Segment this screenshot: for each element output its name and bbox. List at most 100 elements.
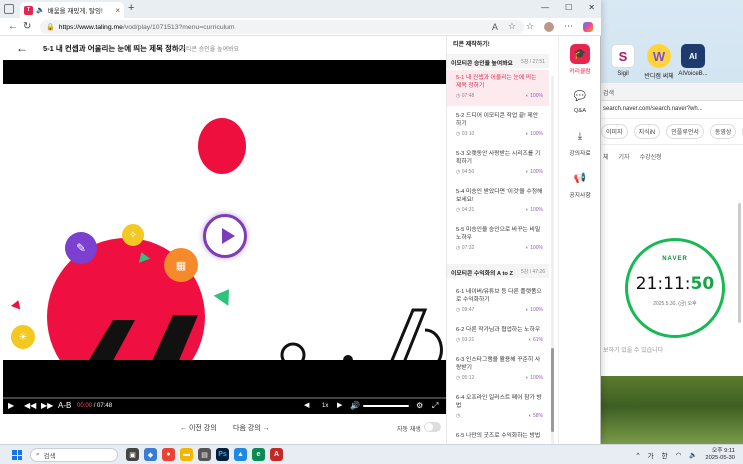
lesson-item-6-3[interactable]: 6-3 인스타그램을 활용해 꾸준히 사랑받기 ◷ 05:12 ◐ 100% xyxy=(447,352,549,388)
curriculum-scrollbar[interactable] xyxy=(551,76,554,444)
task-view-icon[interactable]: ▣ xyxy=(126,448,139,461)
rnav-notice[interactable]: 📢 공지사항 xyxy=(559,168,601,200)
play-button[interactable] xyxy=(203,214,247,258)
collapse-panel-icon[interactable]: › xyxy=(446,44,447,53)
lesson-progress-value: 100% xyxy=(530,169,543,175)
volume-icon[interactable]: 🔊 xyxy=(350,401,360,411)
lock-icon: 🔒 xyxy=(46,24,55,31)
bg-sub-item[interactable]: 수강신청 xyxy=(640,152,662,161)
ime-mode[interactable]: 가 xyxy=(648,450,654,460)
lesson-progress: ◐ 100% xyxy=(525,131,543,137)
background-browser-window[interactable]: 검색 search.naver.com/search.naver?wh... 이… xyxy=(596,83,743,444)
copilot-icon[interactable] xyxy=(583,21,593,32)
lesson-item-meta: ◷ 05:12 ◐ 100% xyxy=(456,375,543,381)
lesson-item-6-4[interactable]: 6-4 오프라인 일러스트 페어 참가 방법 ◷ ◐ 58% xyxy=(447,390,549,426)
toolbar: ← ↻ 🔒 https://www.taling.me/vod/play/107… xyxy=(0,18,601,36)
lesson-item-5-1[interactable]: 5-1 내 컨셉과 어울리는 눈에 띄는 제목 정하기 ◷ 07:48 ◐ 100… xyxy=(447,70,549,106)
back-icon[interactable]: ← xyxy=(8,21,18,33)
desktop-icon-aivoice[interactable]: AI AIVoiceB... xyxy=(676,44,710,77)
lesson-item-meta: ◷ 04:31 ◐ 100% xyxy=(456,207,543,213)
bg-nav-item[interactable]: 동영상 xyxy=(709,124,737,139)
lesson-item-6-5[interactable]: 6-5 나만의 굿즈로 수익화하는 방법 xyxy=(447,428,549,444)
rnav-materials[interactable]: ⤓ 강의자료 xyxy=(559,126,601,158)
clock-brand: NAVER xyxy=(662,256,688,262)
close-icon[interactable]: × xyxy=(115,6,120,15)
tray-up-icon[interactable]: ^ xyxy=(637,452,640,459)
bg-nav-item[interactable]: 지식iN xyxy=(633,124,661,139)
app-blue-icon[interactable]: ▲ xyxy=(234,448,247,461)
ime-language[interactable]: 한 xyxy=(662,450,668,460)
edge-icon[interactable]: e xyxy=(252,448,265,461)
fast-forward-icon[interactable]: ▶▶ xyxy=(41,401,53,411)
pdf-icon[interactable]: A xyxy=(270,448,283,461)
rewind-icon[interactable]: ◀◀ xyxy=(24,401,36,411)
profile-avatar[interactable] xyxy=(544,21,554,32)
new-tab-button[interactable]: + xyxy=(128,2,134,14)
lesson-item-6-2[interactable]: 6-2 다른 작가님과 협업하는 노하우 ◷ 03:21 ◐ 61% xyxy=(447,322,549,350)
reload-icon[interactable]: ↻ xyxy=(23,21,31,33)
lesson-item-5-4[interactable]: 5-4 미승인 받았다면 '이것'을 수정해 보세요! ◷ 04:31 ◐ 100… xyxy=(447,184,549,220)
chapter-header[interactable]: 이모티콘 승인율 높여봐요 5강 / 27:51 xyxy=(447,54,549,68)
scroll-thumb[interactable] xyxy=(551,348,554,432)
copilot-app-icon[interactable]: ◆ xyxy=(144,448,157,461)
wifi-icon[interactable]: ◠ xyxy=(676,451,682,459)
previous-frame-icon[interactable]: ◀ xyxy=(304,401,309,411)
sound-icon[interactable]: 🔈 xyxy=(689,451,697,459)
ab-repeat-button[interactable]: A-B xyxy=(58,401,71,411)
lesson-progress: ◐ 100% xyxy=(525,307,543,313)
lesson-item-6-1[interactable]: 6-1 네이버/유튜브 등 다른 플랫폼으로 수익화하기 ◷ 09:47 ◐ 10… xyxy=(447,284,549,320)
file-explorer-icon[interactable]: ▬ xyxy=(180,448,193,461)
chrome-icon[interactable]: ● xyxy=(162,448,175,461)
bg-sub-item[interactable]: 체 xyxy=(603,152,609,161)
toolbar-tools: A ☆ ☆ ⋯ xyxy=(492,21,593,32)
bg-scrollbar[interactable] xyxy=(738,203,741,323)
rnav-qna[interactable]: 💬 Q&A xyxy=(559,86,601,115)
chapter-count: 5강 / 27:51 xyxy=(520,59,545,65)
rnav-curriculum[interactable]: 🎓 커리큘럼 xyxy=(559,44,601,75)
lesson-item-5-5[interactable]: 5-5 미승인을 승인으로 바꾸는 비밀 노하우 ◷ 07:32 ◐ 100% xyxy=(447,222,549,258)
next-frame-icon[interactable]: ▶ xyxy=(337,401,342,411)
back-arrow-icon[interactable]: ← xyxy=(16,41,28,55)
volume-slider[interactable] xyxy=(363,405,409,407)
prev-lesson-button[interactable]: ← 이전 강의 xyxy=(180,423,217,433)
lesson-duration-value: 09:47 xyxy=(461,307,475,313)
time-current: 00:00 xyxy=(77,403,93,409)
settings-icon[interactable]: ⚙ xyxy=(416,401,423,411)
minimize-icon[interactable]: — xyxy=(541,3,549,12)
play-pause-icon[interactable]: ▶ xyxy=(8,401,14,411)
desktop-icon-bandicam[interactable]: W 반디캠 써체 xyxy=(642,44,676,80)
speaker-icon[interactable]: 🔈 xyxy=(36,6,45,14)
video-player[interactable]: ✎ ✧ ▦ ☀ xyxy=(3,60,446,397)
favorites-icon[interactable]: ☆ xyxy=(526,21,534,32)
bg-sub-item[interactable]: 기자 xyxy=(619,152,630,161)
favorite-star-icon[interactable]: ☆ xyxy=(508,21,516,32)
bg-address-bar[interactable]: search.naver.com/search.naver?wh... xyxy=(597,101,743,119)
browser-tab[interactable]: T 🔈 배움을 재밌게, 탈잉! × xyxy=(20,2,124,18)
tray-time: 오후 9:11 xyxy=(711,448,735,454)
fullscreen-icon[interactable]: ⤢ xyxy=(432,401,438,411)
lesson-item-5-2[interactable]: 5-2 드디어 이모티콘 작업 끝! 제안하기 ◷ 03:10 ◐ 100% xyxy=(447,108,549,144)
bg-nav-item[interactable]: 인플루언서 xyxy=(666,124,704,139)
app-icon[interactable]: ▤ xyxy=(198,448,211,461)
desktop-icon-sigil[interactable]: S Sigil xyxy=(606,44,640,77)
bg-nav-item[interactable]: 이미지 xyxy=(601,124,628,139)
speed-button[interactable]: 1x xyxy=(322,401,328,411)
tray-clock[interactable]: 오후 9:11 2025-05-30 xyxy=(705,448,735,462)
next-lesson-button[interactable]: 다음 강의 → xyxy=(233,423,270,433)
windows-start-icon[interactable] xyxy=(12,450,22,460)
photoshop-icon[interactable]: Ps xyxy=(216,448,229,461)
maximize-icon[interactable]: ☐ xyxy=(565,3,572,12)
more-menu-icon[interactable]: ⋯ xyxy=(564,21,573,32)
progress-bar[interactable] xyxy=(3,397,446,399)
lesson-title: 5-1 내 컨셉과 어울리는 눈에 띄는 제목 정하기 xyxy=(43,44,186,53)
autoplay-toggle[interactable] xyxy=(424,422,441,432)
tab-actions-icon[interactable] xyxy=(4,4,14,14)
read-aloud-icon[interactable]: A xyxy=(492,22,498,32)
window-close-icon[interactable]: ✕ xyxy=(588,3,595,12)
lesson-item-5-3[interactable]: 5-3 오랫동안 사랑받는 시리즈를 기획하기 ◷ 04:50 ◐ 100% xyxy=(447,146,549,182)
chapter-header[interactable]: 이모티콘 수익화의 A to Z 5강 / 47:26 xyxy=(447,264,549,278)
lesson-item-title: 5-5 미승인을 승인으로 바꾸는 비밀 노하우 xyxy=(456,227,541,241)
address-bar[interactable]: 🔒 https://www.taling.me/vod/play/1071513… xyxy=(40,20,524,34)
taskbar-search[interactable]: ⌕ 검색 xyxy=(30,448,118,462)
bg-tab[interactable]: 검색 xyxy=(597,83,743,101)
